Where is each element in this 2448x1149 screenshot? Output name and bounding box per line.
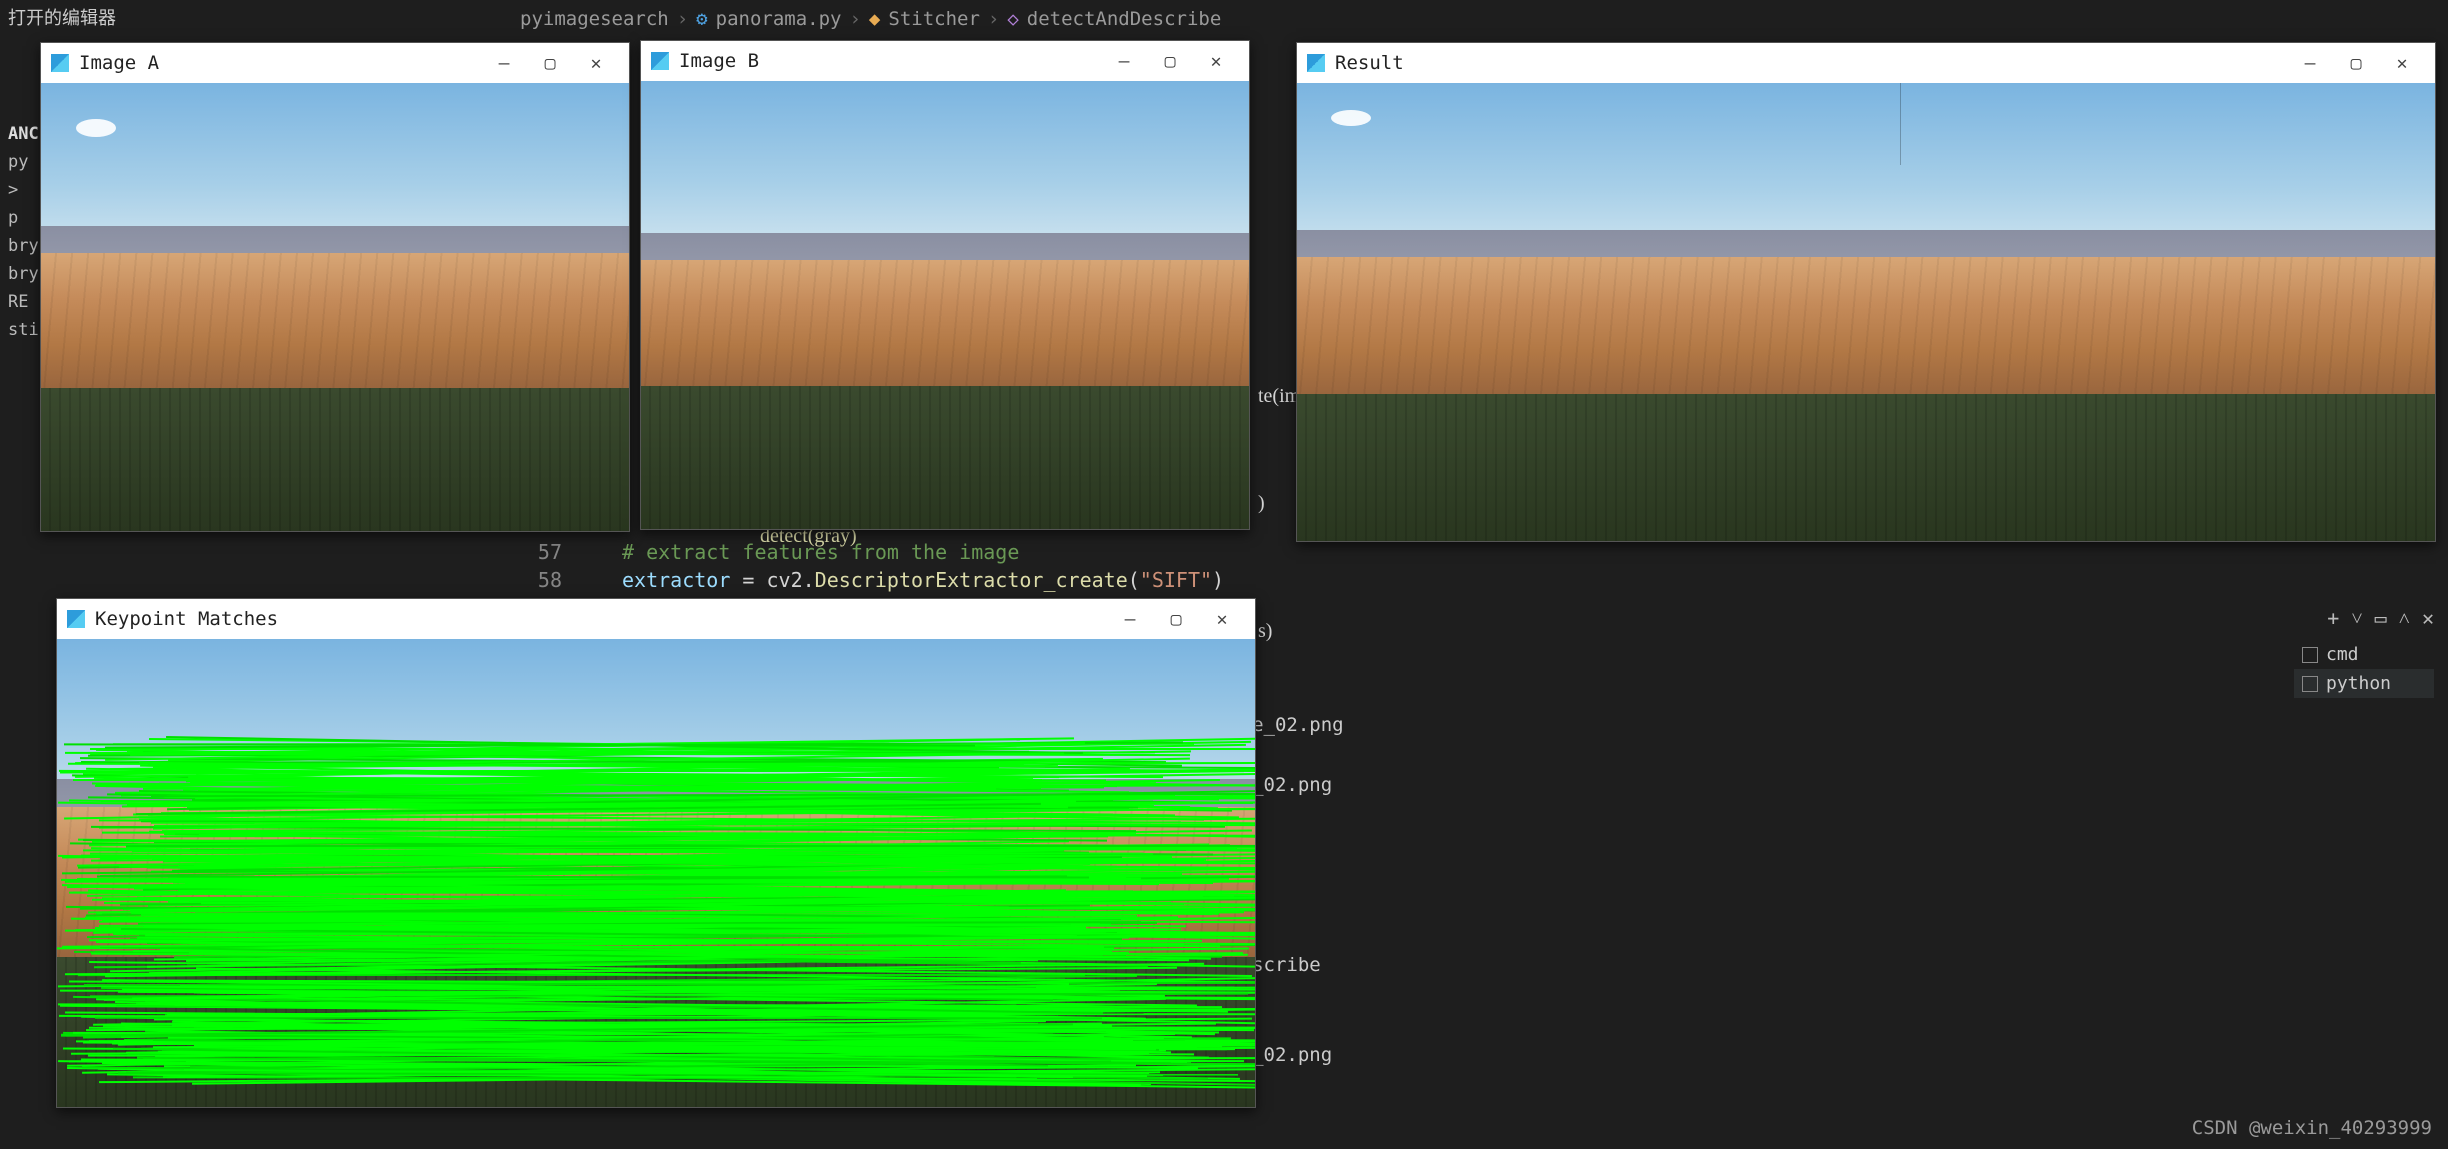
window-result[interactable]: Result — ▢ ✕ bbox=[1296, 42, 2436, 542]
app-icon bbox=[1307, 54, 1325, 72]
window-minimize-button[interactable]: — bbox=[1101, 51, 1147, 72]
terminal-split-icon[interactable]: ▭ bbox=[2375, 606, 2387, 631]
breadcrumb-class[interactable]: Stitcher bbox=[888, 8, 980, 30]
window-minimize-button[interactable]: — bbox=[481, 53, 527, 74]
terminal-tab-cmd[interactable]: cmd bbox=[2294, 640, 2434, 669]
window-close-button[interactable]: ✕ bbox=[1199, 609, 1245, 630]
terminal-icon bbox=[2302, 676, 2318, 692]
window-minimize-button[interactable]: — bbox=[1107, 609, 1153, 630]
line-number: 58 bbox=[520, 566, 562, 594]
image-view bbox=[641, 81, 1249, 529]
window-title: Result bbox=[1335, 52, 1404, 74]
breadcrumb-folder[interactable]: pyimagesearch bbox=[520, 8, 669, 30]
window-maximize-button[interactable]: ▢ bbox=[2333, 53, 2379, 74]
terminal-new-icon[interactable]: + bbox=[2327, 606, 2339, 631]
window-titlebar[interactable]: Result — ▢ ✕ bbox=[1297, 43, 2435, 83]
close-icon[interactable]: ✕ bbox=[2422, 606, 2434, 631]
image-view bbox=[41, 83, 629, 531]
watermark-text: CSDN @weixin_40293999 bbox=[2192, 1117, 2432, 1139]
window-titlebar[interactable]: Image B — ▢ ✕ bbox=[641, 41, 1249, 81]
terminal-tab-python[interactable]: python bbox=[2294, 669, 2434, 698]
window-image-a[interactable]: Image A — ▢ ✕ bbox=[40, 42, 630, 532]
window-title: Image B bbox=[679, 50, 759, 72]
app-icon bbox=[651, 52, 669, 70]
python-file-icon: ⚙ bbox=[696, 8, 707, 30]
image-view bbox=[57, 639, 1255, 1107]
chevron-right-icon: › bbox=[677, 8, 688, 30]
terminal-tab-label: python bbox=[2326, 673, 2391, 694]
chevron-up-icon[interactable]: ˄ bbox=[2399, 606, 2410, 631]
window-titlebar[interactable]: Image A — ▢ ✕ bbox=[41, 43, 629, 83]
code-text: = cv2. bbox=[730, 568, 814, 592]
code-text: DescriptorExtractor_create bbox=[815, 568, 1128, 592]
window-image-b[interactable]: Image B — ▢ ✕ bbox=[640, 40, 1250, 530]
code-text: "SIFT" bbox=[1140, 568, 1212, 592]
code-fragment: ) bbox=[1258, 492, 1265, 515]
image-view bbox=[1297, 83, 2435, 541]
window-keypoint-matches[interactable]: Keypoint Matches — ▢ ✕ bbox=[56, 598, 1256, 1108]
window-close-button[interactable]: ✕ bbox=[1193, 51, 1239, 72]
chevron-right-icon: › bbox=[849, 8, 860, 30]
open-editors-label: 打开的编辑器 bbox=[0, 0, 124, 34]
chevron-right-icon: › bbox=[988, 8, 999, 30]
window-maximize-button[interactable]: ▢ bbox=[527, 53, 573, 74]
terminal-tabs: cmd python bbox=[2294, 640, 2434, 698]
window-maximize-button[interactable]: ▢ bbox=[1147, 51, 1193, 72]
terminal-tab-label: cmd bbox=[2326, 644, 2359, 665]
window-close-button[interactable]: ✕ bbox=[573, 53, 619, 74]
app-icon bbox=[51, 54, 69, 72]
window-title: Keypoint Matches bbox=[95, 608, 278, 630]
window-minimize-button[interactable]: — bbox=[2287, 53, 2333, 74]
window-maximize-button[interactable]: ▢ bbox=[1153, 609, 1199, 630]
breadcrumb[interactable]: pyimagesearch › ⚙ panorama.py › ◆ Stitch… bbox=[520, 8, 1221, 30]
method-icon: ◇ bbox=[1007, 8, 1018, 30]
window-close-button[interactable]: ✕ bbox=[2379, 53, 2425, 74]
terminal-toolbar: + ˅ ▭ ˄ ✕ bbox=[2327, 606, 2434, 631]
chevron-down-icon[interactable]: ˅ bbox=[2351, 606, 2362, 631]
code-text: ) bbox=[1212, 568, 1224, 592]
terminal-icon bbox=[2302, 647, 2318, 663]
breadcrumb-file[interactable]: panorama.py bbox=[716, 8, 842, 30]
code-text: extractor bbox=[622, 568, 730, 592]
window-title: Image A bbox=[79, 52, 159, 74]
window-titlebar[interactable]: Keypoint Matches — ▢ ✕ bbox=[57, 599, 1255, 639]
app-icon bbox=[67, 610, 85, 628]
class-icon: ◆ bbox=[869, 8, 880, 30]
keypoint-lines-overlay bbox=[57, 639, 1255, 1107]
code-text: ( bbox=[1128, 568, 1140, 592]
code-fragment: te(im bbox=[1258, 385, 1300, 408]
code-fragment: s) bbox=[1258, 620, 1272, 643]
breadcrumb-method[interactable]: detectAndDescribe bbox=[1027, 8, 1221, 30]
line-number: 57 bbox=[520, 538, 562, 566]
